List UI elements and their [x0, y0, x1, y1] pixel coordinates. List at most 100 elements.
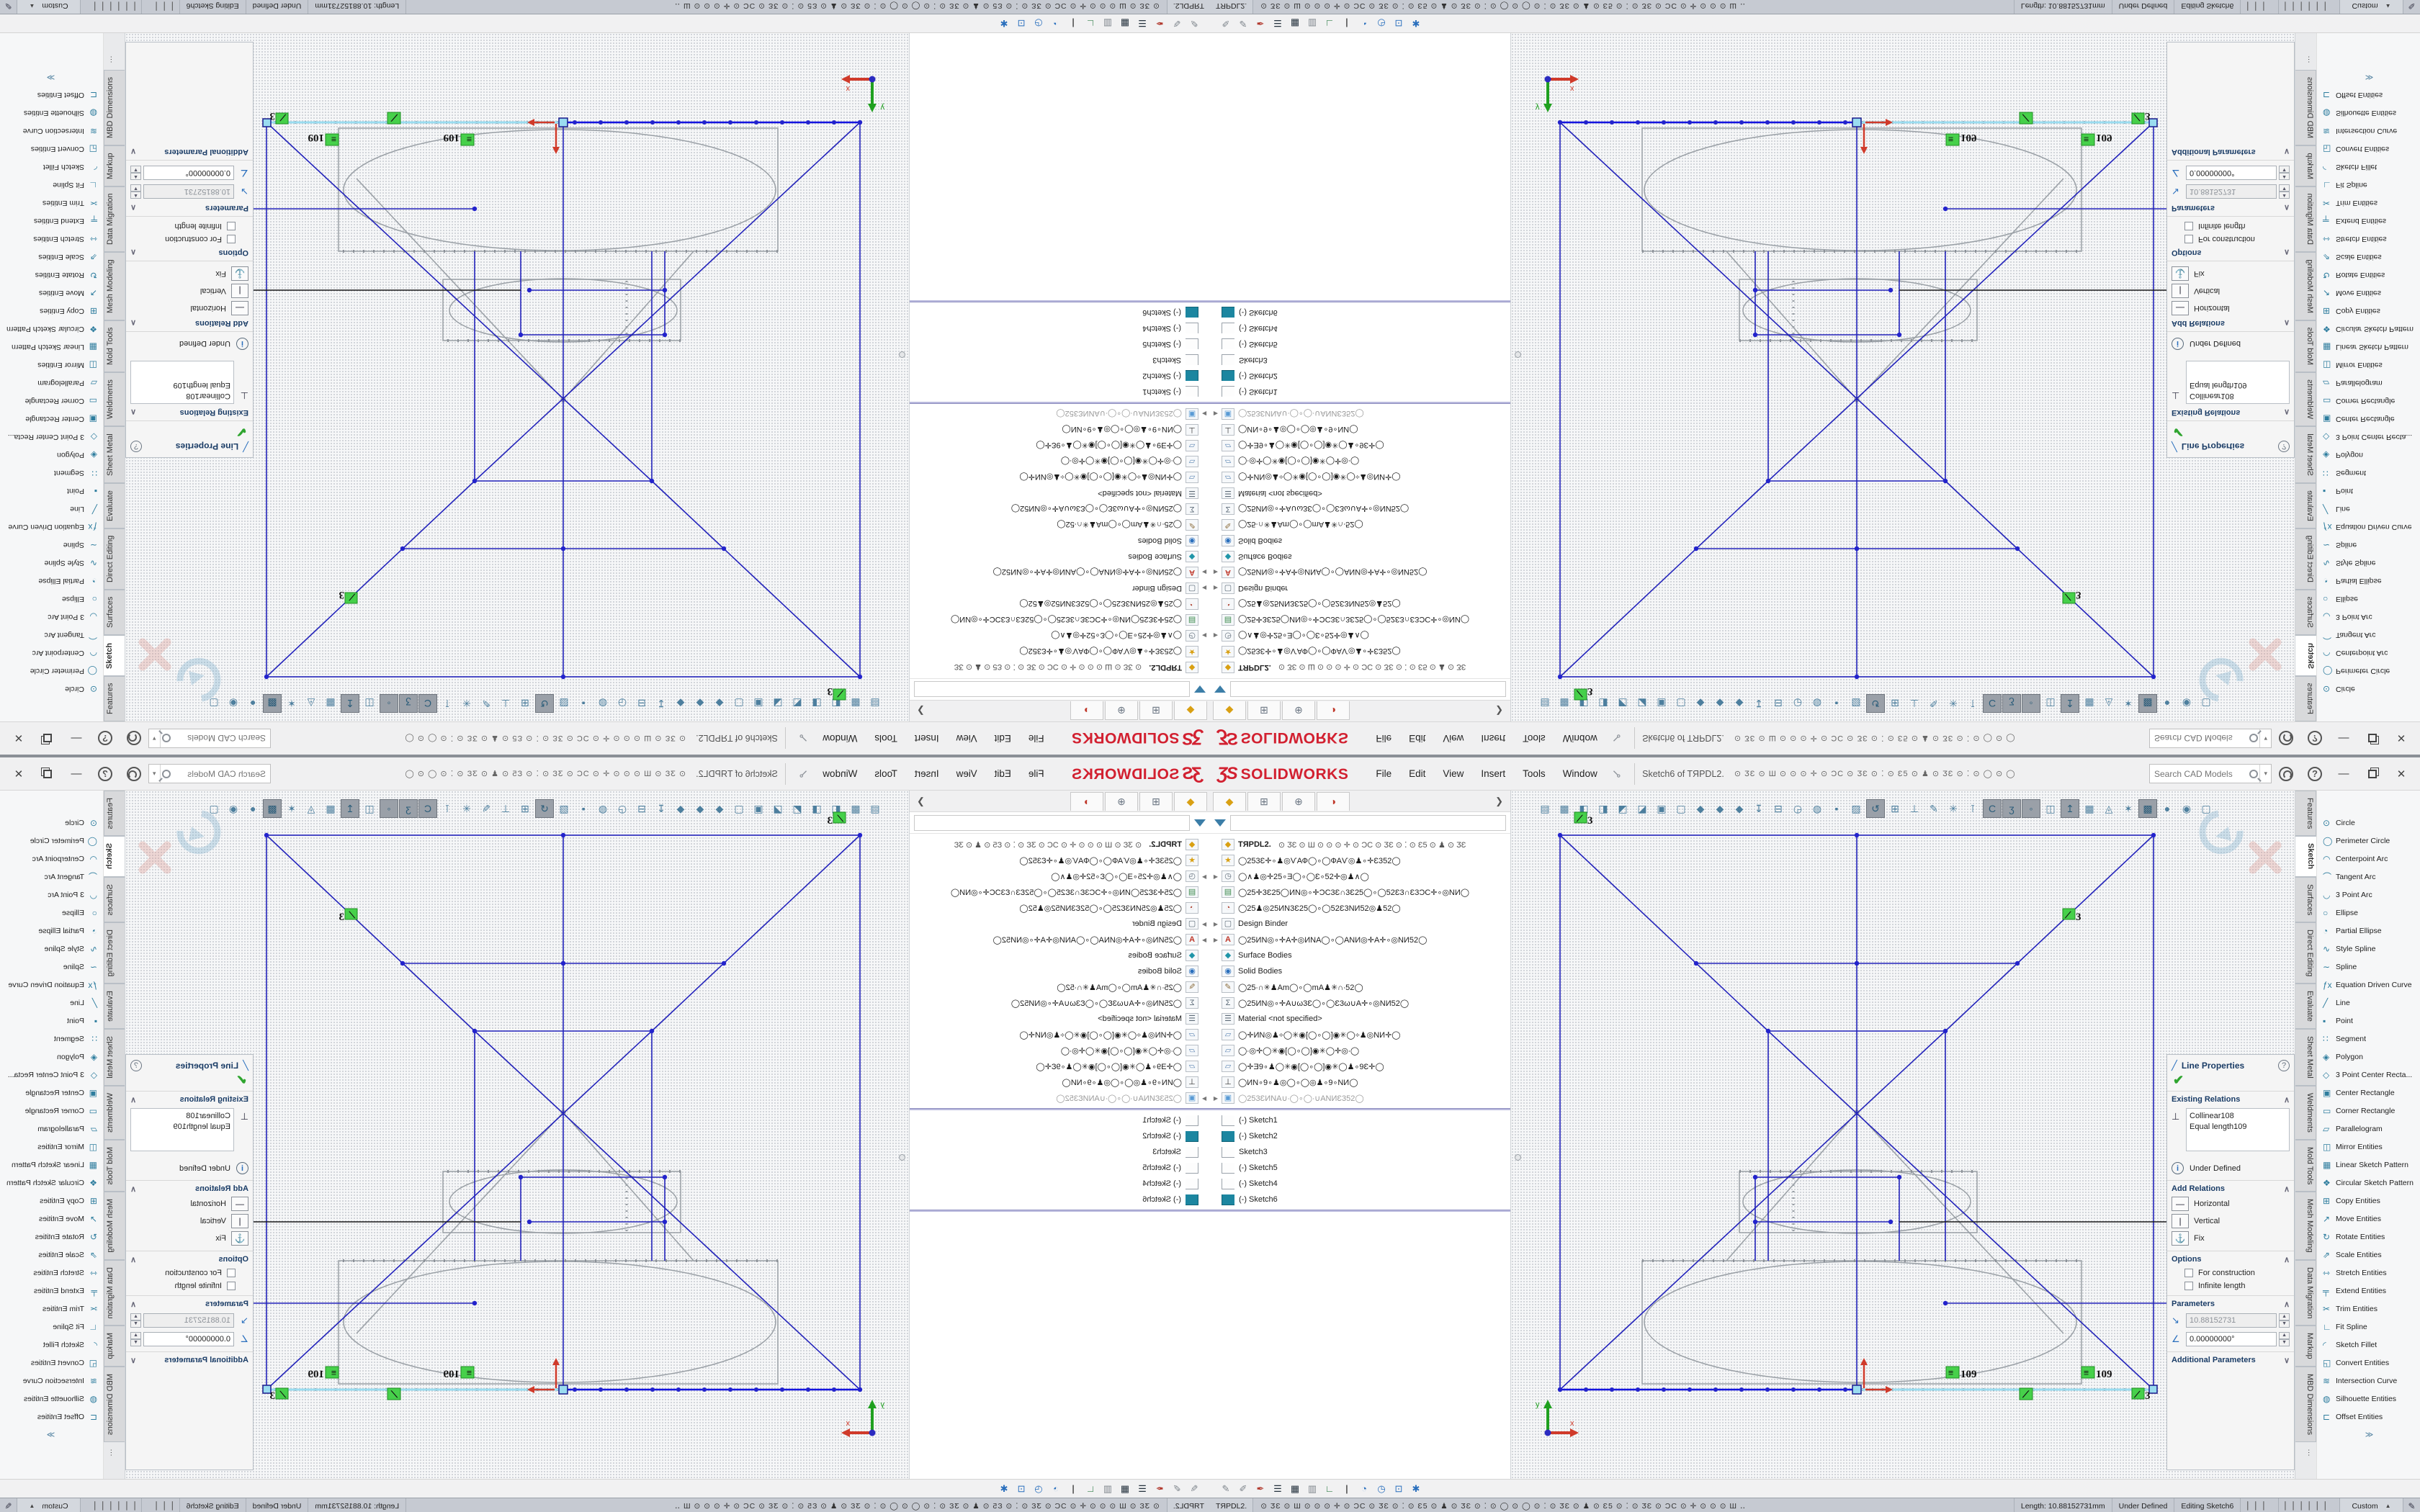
- angle-spinner[interactable]: ▲▼: [2279, 1332, 2290, 1346]
- sketch-tool-button[interactable]: ▭ Corner Rectangle: [0, 1102, 103, 1120]
- add-horizontal-button[interactable]: —Horizontal: [130, 1197, 248, 1211]
- relation-item[interactable]: Equal length109: [2190, 1122, 2286, 1133]
- checkbox[interactable]: [2184, 222, 2193, 230]
- for-construction-option[interactable]: For construction: [130, 235, 236, 243]
- command-tab[interactable]: Sheet Metal: [104, 426, 125, 483]
- filter-funnel-icon[interactable]: [1194, 819, 1206, 827]
- command-tab[interactable]: Weldments: [2295, 1086, 2316, 1140]
- bottom-toolbar-button[interactable]: ◔: [1355, 18, 1373, 29]
- tree-row[interactable]: ☰ Material <not specified>: [910, 1011, 1210, 1027]
- collapse-chevron-icon[interactable]: ∧: [2284, 1255, 2290, 1264]
- command-tab[interactable]: MBD Dimensions: [2295, 1367, 2316, 1442]
- expand-arrow-icon[interactable]: ▶: [1198, 585, 1210, 592]
- sketch-tool-button[interactable]: ⌒ Tangent Arc: [0, 868, 103, 886]
- sketch-tool-button[interactable]: ◯ Perimeter Circle: [0, 832, 103, 850]
- checkbox[interactable]: [227, 235, 236, 243]
- command-tab[interactable]: Evaluate: [104, 984, 125, 1029]
- tree-row[interactable]: ☰ Material <not specified>: [1210, 1011, 1510, 1027]
- sketch-tool-button[interactable]: ⌒ Tangent Arc: [2317, 868, 2420, 886]
- sketch-tool-button[interactable]: ▭ Corner Rectangle: [2317, 1102, 2420, 1120]
- command-tab[interactable]: Evaluate: [2295, 483, 2316, 528]
- feature-manager-tab[interactable]: ◑: [1317, 792, 1350, 811]
- sketch-tool-button[interactable]: ⇗ Scale Entities: [2317, 1246, 2420, 1264]
- add-horizontal-button[interactable]: —Horizontal: [2172, 1197, 2290, 1211]
- ok-check-button[interactable]: ✔: [2167, 1073, 2294, 1091]
- sketch-tool-button[interactable]: ◜ Sketch Fillet: [0, 1336, 103, 1354]
- command-tab[interactable]: Evaluate: [2295, 984, 2316, 1029]
- infinite-length-option[interactable]: Infinite length: [2184, 1282, 2290, 1290]
- tree-row[interactable]: ▶ ▢ Design Binder: [910, 916, 1210, 932]
- feature-manager-tab[interactable]: ⊞: [1139, 792, 1173, 811]
- panel-expand-chevron-icon[interactable]: ❯: [1495, 706, 1503, 717]
- relation-item[interactable]: Equal length109: [134, 1122, 230, 1133]
- sketch-tool-button[interactable]: ╤ Extend Entities: [0, 212, 103, 230]
- tree-row[interactable]: ✎ ◯25∙∩✳♟Аm◯∘◯mА♟✳∩∙52◯: [1210, 517, 1510, 533]
- sketch-tool-button[interactable]: ◜ Sketch Fillet: [2317, 1336, 2420, 1354]
- sketch-tool-button[interactable]: ▦ Linear Sketch Pattern: [0, 1156, 103, 1174]
- infinite-length-option[interactable]: Infinite length: [2184, 222, 2290, 230]
- command-tab[interactable]: Features: [104, 676, 125, 721]
- tree-row[interactable]: Σ ◯25ИN◎∘✛А∪ω3Ɛ◯∘◯Ɛ3ω∪А✛∘◎NИ52◯: [910, 995, 1210, 1011]
- close-button[interactable]: ✕: [2387, 763, 2416, 785]
- tree-row[interactable]: ✎ ◯25∙∩✳♟Аm◯∘◯mА♟✳∩∙52◯: [910, 517, 1210, 533]
- command-tab[interactable]: …: [104, 1442, 125, 1463]
- sketch-tool-button[interactable]: ∿ Style Spline: [0, 554, 103, 572]
- menu-item[interactable]: View: [1434, 729, 1472, 748]
- tree-row[interactable]: ▱ ◯∙◎✛◯✳◉[◯∘◯]◉✳◯✛◎∙◯: [910, 1043, 1210, 1058]
- sketch-tool-button[interactable]: ◱ Convert Entities: [0, 1354, 103, 1372]
- bottom-toolbar-button[interactable]: ▦: [1286, 1483, 1304, 1495]
- bottom-toolbar-button[interactable]: ✎: [1186, 18, 1203, 30]
- search-dropdown-icon[interactable]: ▾: [2259, 729, 2271, 747]
- bottom-toolbar-button[interactable]: ✱: [995, 1483, 1013, 1495]
- checkbox[interactable]: [227, 1269, 236, 1277]
- sketch-tool-button[interactable]: ≋ Intersection Curve: [0, 1372, 103, 1390]
- tree-row[interactable]: ▤ ◯25✛3Ɛ25◯ИN◎∘✛ƆC3Ɛ∩3Ɛ25◯∘◯52Ɛ3∩Ɛ3ƆC✛∘◎…: [910, 884, 1210, 900]
- tree-row[interactable]: ▱ ◯✛Ǝ9∘♟◯✳◉[◯∘◯]◉✳◯♟∘9Ɛ✛◯: [1210, 438, 1510, 454]
- sketch-tool-button[interactable]: ≋ Intersection Curve: [2317, 122, 2420, 140]
- command-tab[interactable]: …: [104, 49, 125, 70]
- command-tab[interactable]: MBD Dimensions: [104, 70, 125, 145]
- sketch-tool-button[interactable]: ◠ Centerpoint Arc: [2317, 644, 2420, 662]
- sketch-tool-button[interactable]: ∷ Segment: [2317, 464, 2420, 482]
- tree-row[interactable]: ▶ ▣ ◯253ƐИNА∪∙◯∘◯∙∪АNИƐ352◯: [910, 406, 1210, 422]
- command-tab[interactable]: Mold Tools: [2295, 1140, 2316, 1192]
- menu-item[interactable]: File: [1367, 764, 1400, 783]
- sketch-row[interactable]: (-) Sketch6: [910, 305, 1210, 320]
- bottom-toolbar-button[interactable]: ☰: [1134, 1483, 1151, 1495]
- sketch-tool-button[interactable]: ╱ Line: [0, 994, 103, 1012]
- panel-expand-chevron-icon[interactable]: ❯: [917, 706, 925, 717]
- help-button[interactable]: ?: [91, 728, 120, 750]
- confirmation-corner-ghost-icons[interactable]: [2202, 814, 2277, 870]
- search-dropdown-icon[interactable]: ▾: [149, 729, 161, 747]
- pin-icon[interactable]: ⊸: [795, 730, 812, 747]
- expand-arrow-icon[interactable]: ▶: [1198, 873, 1210, 880]
- length-spinner[interactable]: ▲▼: [130, 184, 141, 199]
- sketch-tool-button[interactable]: ↻ Rotate Entities: [0, 1228, 103, 1246]
- status-unit-selector[interactable]: Custom ▲: [17, 0, 81, 14]
- angle-spinner[interactable]: ▲▼: [130, 166, 141, 180]
- relations-list[interactable]: Collinear108Equal length109: [130, 361, 234, 404]
- restore-button[interactable]: [2358, 763, 2387, 785]
- command-tab[interactable]: Surfaces: [2295, 590, 2316, 635]
- sketch-tool-button[interactable]: ▱ Parallelogram: [0, 374, 103, 392]
- tree-root-row[interactable]: ◆ TЯPDL2. ⊙ ӠƐ ⊙ Ш ⊙ ⊙ ⊙ ✛ ⊙ ƆC ⊙ ӠƐ ⊙ ⁚…: [1210, 837, 1510, 852]
- expand-arrow-icon[interactable]: ▶: [1198, 411, 1210, 418]
- sketch-tool-button[interactable]: ⊏ Offset Entities: [2317, 86, 2420, 104]
- help-button[interactable]: ?: [91, 763, 120, 785]
- tree-row[interactable]: ▱ ◯✛Ǝ9∘♟◯✳◉[◯∘◯]◉✳◯♟∘9Ɛ✛◯: [1210, 1058, 1510, 1074]
- collapse-chevron-icon[interactable]: ∧: [2284, 1300, 2290, 1309]
- collapse-chevron-icon[interactable]: ∧: [130, 1184, 136, 1194]
- command-tab[interactable]: Mold Tools: [104, 1140, 125, 1192]
- for-construction-option[interactable]: For construction: [2184, 1269, 2290, 1277]
- feature-manager-tab[interactable]: ⊞: [1247, 792, 1281, 811]
- tree-row[interactable]: ★ ◯253Ɛ✛∘♟◎ѴАФ◯∘◯ФАѴ◎♟∘✛Ɛ352◯: [1210, 644, 1510, 660]
- feature-manager-tab[interactable]: ◆: [1213, 702, 1246, 721]
- pin-icon[interactable]: ⊸: [1608, 730, 1626, 747]
- command-tab[interactable]: Evaluate: [104, 483, 125, 528]
- sketch-tool-button[interactable]: ↻ Rotate Entities: [0, 266, 103, 284]
- sketch-tool-button[interactable]: ∼ Spline: [2317, 958, 2420, 976]
- relation-item[interactable]: Equal length109: [2190, 379, 2286, 390]
- command-tab[interactable]: Direct Editing: [104, 528, 125, 590]
- pin-icon[interactable]: ⊸: [795, 765, 812, 783]
- tree-filter-input[interactable]: [914, 682, 1190, 698]
